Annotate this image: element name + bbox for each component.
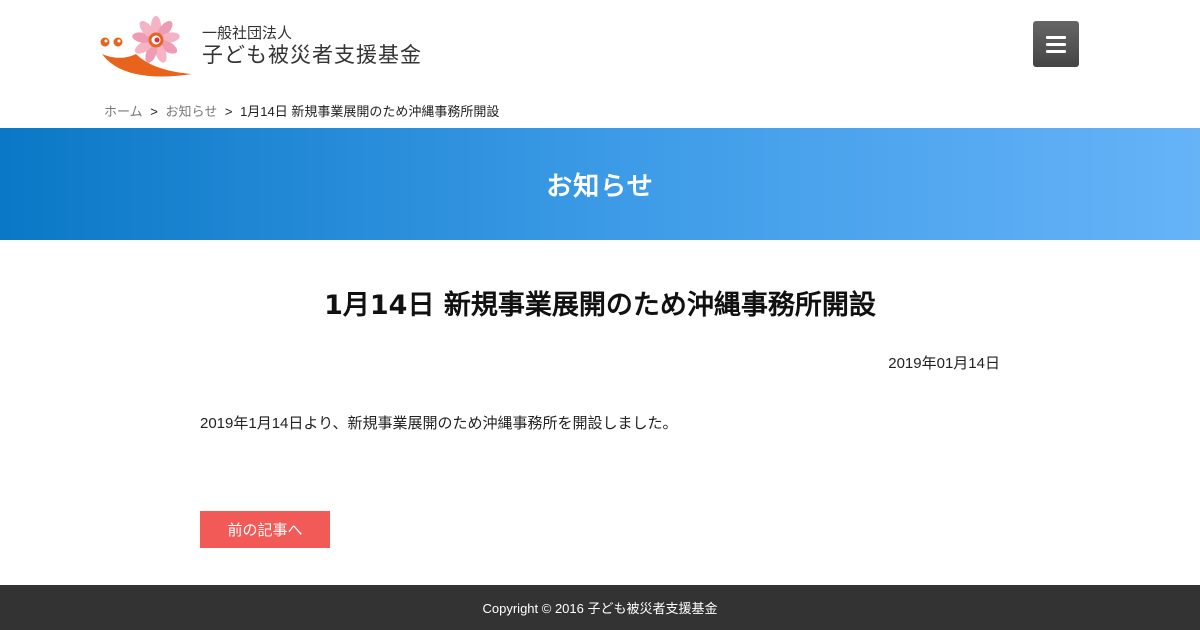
- breadcrumb-separator: >: [224, 104, 233, 119]
- breadcrumb: ホーム > お知らせ > 1月14日 新規事業展開のため沖縄事務所開設: [104, 101, 499, 120]
- org-name-label: 子ども被災者支援基金: [202, 43, 422, 67]
- site-logo[interactable]: 一般社団法人 子ども被災者支援基金: [98, 14, 443, 78]
- breadcrumb-home-link[interactable]: ホーム: [104, 104, 143, 119]
- article-body: 2019年1月14日より、新規事業展開のため沖縄事務所を開設しました。: [200, 415, 678, 432]
- prev-article-button[interactable]: 前の記事へ: [200, 511, 330, 548]
- site-footer: Copyright © 2016 子ども被災者支援基金: [0, 585, 1200, 630]
- site-header: 一般社団法人 子ども被災者支援基金 ホーム > お知らせ > 1月14日 新規事…: [0, 0, 1200, 119]
- page-banner: お知らせ: [0, 128, 1200, 240]
- hamburger-icon: [1046, 49, 1066, 53]
- hamburger-icon: [1046, 42, 1066, 46]
- logo-mark-icon: [100, 16, 192, 77]
- copyright-text: Copyright © 2016 子ども被災者支援基金: [482, 601, 718, 616]
- org-type-label: 一般社団法人: [202, 24, 293, 42]
- menu-button[interactable]: [1033, 21, 1079, 67]
- article-date: 2019年01月14日: [888, 355, 1000, 372]
- breadcrumb-current: 1月14日 新規事業展開のため沖縄事務所開設: [240, 104, 500, 119]
- article-title: 1月14日 新規事業展開のため沖縄事務所開設: [324, 290, 876, 321]
- hamburger-icon: [1046, 35, 1066, 39]
- banner-title: お知らせ: [546, 171, 654, 202]
- breadcrumb-section-link[interactable]: お知らせ: [165, 104, 217, 119]
- breadcrumb-separator: >: [150, 104, 158, 119]
- logo-text: 一般社団法人 子ども被災者支援基金: [202, 24, 422, 68]
